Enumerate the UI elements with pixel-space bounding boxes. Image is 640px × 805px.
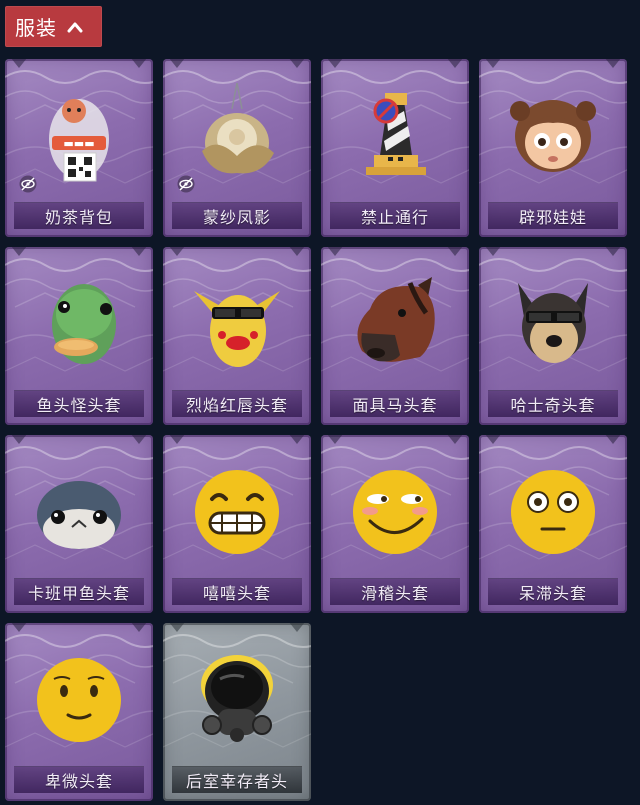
costume-card[interactable]: 滑稽头套	[321, 435, 469, 613]
item-name: 辟邪娃娃	[518, 208, 587, 227]
item-name-bar: 嘻嘻头套	[172, 578, 302, 605]
category-label: 服装	[15, 16, 57, 40]
phoenix-pendant-icon	[202, 82, 274, 174]
item-name: 蒙纱凤影	[202, 208, 271, 227]
dazed-emoji-icon	[511, 470, 595, 554]
costume-card[interactable]: 呆滞头套	[479, 435, 627, 613]
costume-card[interactable]: 面具马头套	[321, 247, 469, 425]
fish-mask-icon	[37, 481, 121, 549]
item-name-bar: 辟邪娃娃	[488, 202, 618, 229]
costume-category-button[interactable]: 服装	[5, 6, 102, 47]
costume-card[interactable]: 哈士奇头套	[479, 247, 627, 425]
fish-head-mask-icon	[52, 284, 116, 364]
milk-tea-backpack-icon: ▬▬▬	[49, 99, 109, 182]
humble-emoji-icon	[37, 658, 121, 742]
funny-emoji-icon	[353, 470, 437, 554]
red-lips-mask-icon	[194, 291, 280, 367]
item-name-bar: 奶茶背包	[14, 202, 144, 229]
item-name: 烈焰红唇头套	[185, 396, 288, 415]
item-name-bar: 后室幸存者头	[172, 766, 302, 793]
traffic-cone-icon	[366, 93, 426, 175]
costume-grid: ▬▬▬ 奶茶背包 蒙纱凤影 禁止通行 辟邪娃娃 鱼头怪头套 烈焰红唇头套 面具马…	[5, 59, 627, 801]
costume-card[interactable]: 后室幸存者头	[163, 623, 311, 801]
costume-card[interactable]: 嘻嘻头套	[163, 435, 311, 613]
item-name-bar: 卑微头套	[14, 766, 144, 793]
item-name-bar: 禁止通行	[330, 202, 460, 229]
costume-card[interactable]: 禁止通行	[321, 59, 469, 237]
item-name: 奶茶背包	[44, 208, 113, 227]
item-name-bar: 卡班甲鱼头套	[14, 578, 144, 605]
item-name: 哈士奇头套	[510, 396, 596, 415]
costume-card[interactable]: 烈焰红唇头套	[163, 247, 311, 425]
item-name-bar: 呆滞头套	[488, 578, 618, 605]
item-name-bar: 蒙纱凤影	[172, 202, 302, 229]
chevron-up-icon	[67, 22, 83, 32]
husky-mask-icon	[518, 283, 588, 363]
item-name: 卡班甲鱼头套	[27, 584, 130, 603]
costume-card[interactable]: 卡班甲鱼头套	[5, 435, 153, 613]
costume-card[interactable]: 鱼头怪头套	[5, 247, 153, 425]
eye-slash-icon[interactable]	[177, 175, 195, 193]
item-name-bar: 面具马头套	[330, 390, 460, 417]
eye-slash-icon[interactable]	[19, 175, 37, 193]
item-name: 呆滞头套	[518, 584, 587, 603]
costume-card[interactable]: ▬▬▬ 奶茶背包	[5, 59, 153, 237]
item-name-bar: 鱼头怪头套	[14, 390, 144, 417]
item-name: 卑微头套	[44, 772, 113, 791]
item-name-bar: 哈士奇头套	[488, 390, 618, 417]
item-name-bar: 烈焰红唇头套	[172, 390, 302, 417]
gas-mask-helmet-icon	[201, 655, 273, 742]
costume-card[interactable]: 辟邪娃娃	[479, 59, 627, 237]
item-name: 禁止通行	[360, 208, 429, 227]
item-name: 鱼头怪头套	[36, 396, 122, 415]
grin-emoji-icon	[195, 470, 279, 554]
svg-text:▬▬▬: ▬▬▬	[63, 137, 94, 150]
costume-card[interactable]: 蒙纱凤影	[163, 59, 311, 237]
item-name: 嘻嘻头套	[202, 584, 271, 603]
item-name: 后室幸存者头	[185, 772, 288, 791]
item-name: 面具马头套	[352, 396, 438, 415]
costume-card[interactable]: 卑微头套	[5, 623, 153, 801]
horse-mask-icon	[357, 277, 435, 362]
doll-head-icon	[510, 100, 596, 172]
item-name-bar: 滑稽头套	[330, 578, 460, 605]
item-name: 滑稽头套	[360, 584, 429, 603]
